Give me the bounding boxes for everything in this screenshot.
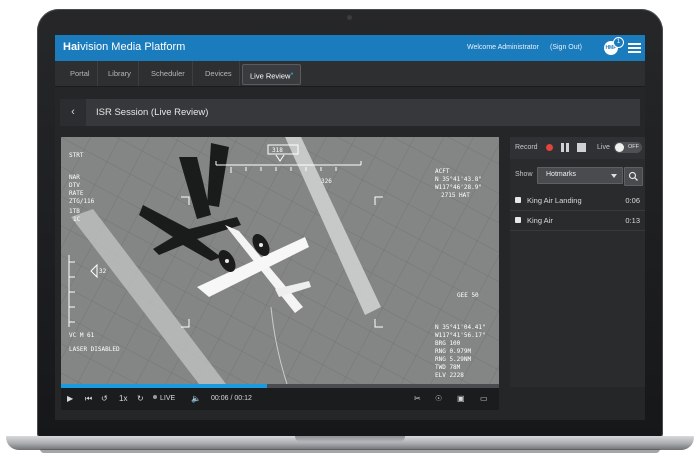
hotmark-checkbox[interactable] [515,197,521,203]
hud-left-3: RATE [69,190,84,197]
toggle-knob [615,143,624,152]
menu-icon[interactable] [628,43,641,53]
time-readout: 00:06 / 00:12 [211,395,252,402]
hud-left-6: 1C [73,216,81,223]
filter-value: Hotmarks [546,171,576,178]
fullscreen-icon[interactable]: ▭ [480,388,488,410]
nav-scheduler[interactable]: Scheduler [144,61,193,86]
hud-right-low-3: RNG 0.979M [435,348,472,355]
hud-right-low-5: TWD 78M [435,364,461,371]
forward-icon[interactable]: ↻ [137,388,144,410]
hud-right-low-4: RNG 5.29NM [435,356,472,363]
play-icon[interactable]: ▶ [67,388,73,410]
record-icon[interactable] [546,144,553,151]
pause-icon[interactable] [561,143,570,152]
hud-left-1: NAR [69,174,80,181]
hotmark-time: 0:13 [625,216,640,225]
brand-logo[interactable]: Haivision Media Platform [63,41,185,53]
hotmark-name: King Air [527,216,553,225]
hotmark-time: 0:06 [625,196,640,205]
hud-right-low-0: N 35°41'04.41" [435,324,486,331]
live-toggle-label: Live [597,144,610,151]
player-controls: ▶ ⏮ ↺ 1x ↻ LIVE 🔈 00:06 / 00:12 ✂ ☉ ▣ ▭ [61,388,499,410]
notification-badge[interactable]: 1 [613,37,624,48]
hotmark-panel: Record Live OFF Show Hotmarks King Air L… [510,137,645,387]
live-indicator[interactable]: LIVE [153,388,175,410]
speed-button[interactable]: 1x [119,388,127,410]
snapshot-icon[interactable]: ▣ [457,388,465,410]
hotmark-filter-select[interactable]: Hotmarks [537,167,623,184]
webcam-dot [347,15,352,20]
record-label: Record [515,144,538,151]
replay-icon[interactable]: ↺ [101,388,108,410]
live-dot-icon [153,395,157,399]
brand-bold: Hai [63,41,81,53]
hotmark-name: King Air Landing [527,196,582,205]
stop-icon[interactable] [577,143,586,152]
hud-left-2: DTV [69,182,80,189]
top-bar: Haivision Media Platform Welcome Adminis… [55,35,645,61]
video-player[interactable]: 318 326 STRT NAR DTV RATE ZTG/116 1TB 1C… [61,137,499,384]
list-item[interactable]: King Air 0:13 [510,211,645,231]
session-title: ISR Session (Live Review) [96,107,209,118]
hud-right-top-3: 2715 HAT [441,192,470,199]
nav-library[interactable]: Library [101,61,139,86]
hud-left-0: STRT [69,152,84,159]
hud-left-5: 1TB [69,208,80,215]
sign-out-link[interactable]: (Sign Out) [550,44,582,51]
main-nav: Portal Library Scheduler Devices Live Re… [55,61,645,87]
video-frame: 318 326 STRT NAR DTV RATE ZTG/116 1TB 1C… [61,137,499,384]
hotmark-checkbox[interactable] [515,217,521,223]
hud-right-top-1: N 35°41'43.8" [435,176,482,183]
welcome-text: Welcome Administrator [467,44,539,51]
clip-scissors-icon[interactable]: ✂ [414,388,421,410]
toggle-state: OFF [628,144,639,150]
chevron-down-icon [611,174,617,178]
nav-live-review[interactable]: Live Review● [242,64,302,85]
hud-right-top-0: ACFT [435,168,450,175]
hotmark-flame-icon[interactable]: ☉ [435,388,442,410]
session-header: ‹ ISR Session (Live Review) [60,99,640,126]
new-indicator-icon: ● [290,71,294,77]
nav-live-review-label: Live Review [250,71,291,81]
search-button[interactable] [624,167,643,186]
record-row: Record Live OFF [510,137,645,159]
hud-heading-mark: 326 [321,178,332,185]
nav-devices[interactable]: Devices [198,61,240,86]
show-label: Show [515,171,533,178]
hud-right-low-6: ELV 2228 [435,372,464,379]
hud-right-top-2: W117°46'28.9" [435,184,482,191]
hud-left-low-1: LASER DISABLED [69,346,120,353]
live-label: LIVE [160,395,176,402]
laptop-notch [295,436,405,442]
hud-right-low-2: BRG 100 [435,340,461,347]
hud-left-low-0: VC M 61 [69,332,95,339]
hud-left-4: ZTG/116 [69,198,95,205]
live-toggle[interactable]: OFF [614,142,642,153]
volume-icon[interactable]: 🔈 [191,388,201,410]
brand-rest: vision Media Platform [80,41,186,53]
skip-back-icon[interactable]: ⏮ [85,388,92,410]
nav-portal[interactable]: Portal [63,61,98,86]
hud-left-mid: 32 [99,268,107,275]
list-item[interactable]: King Air Landing 0:06 [510,191,645,211]
search-icon [628,171,638,181]
laptop-shadow [40,449,660,453]
show-row: Show Hotmarks [510,164,645,186]
back-chevron-icon[interactable]: ‹ [60,99,86,126]
hud-heading-box: 318 [272,147,283,154]
app-screen: Haivision Media Platform Welcome Adminis… [55,35,645,420]
hud-right-mid: GEE 50 [457,292,479,299]
hud-right-low-1: W117°41'56.17" [435,332,486,339]
